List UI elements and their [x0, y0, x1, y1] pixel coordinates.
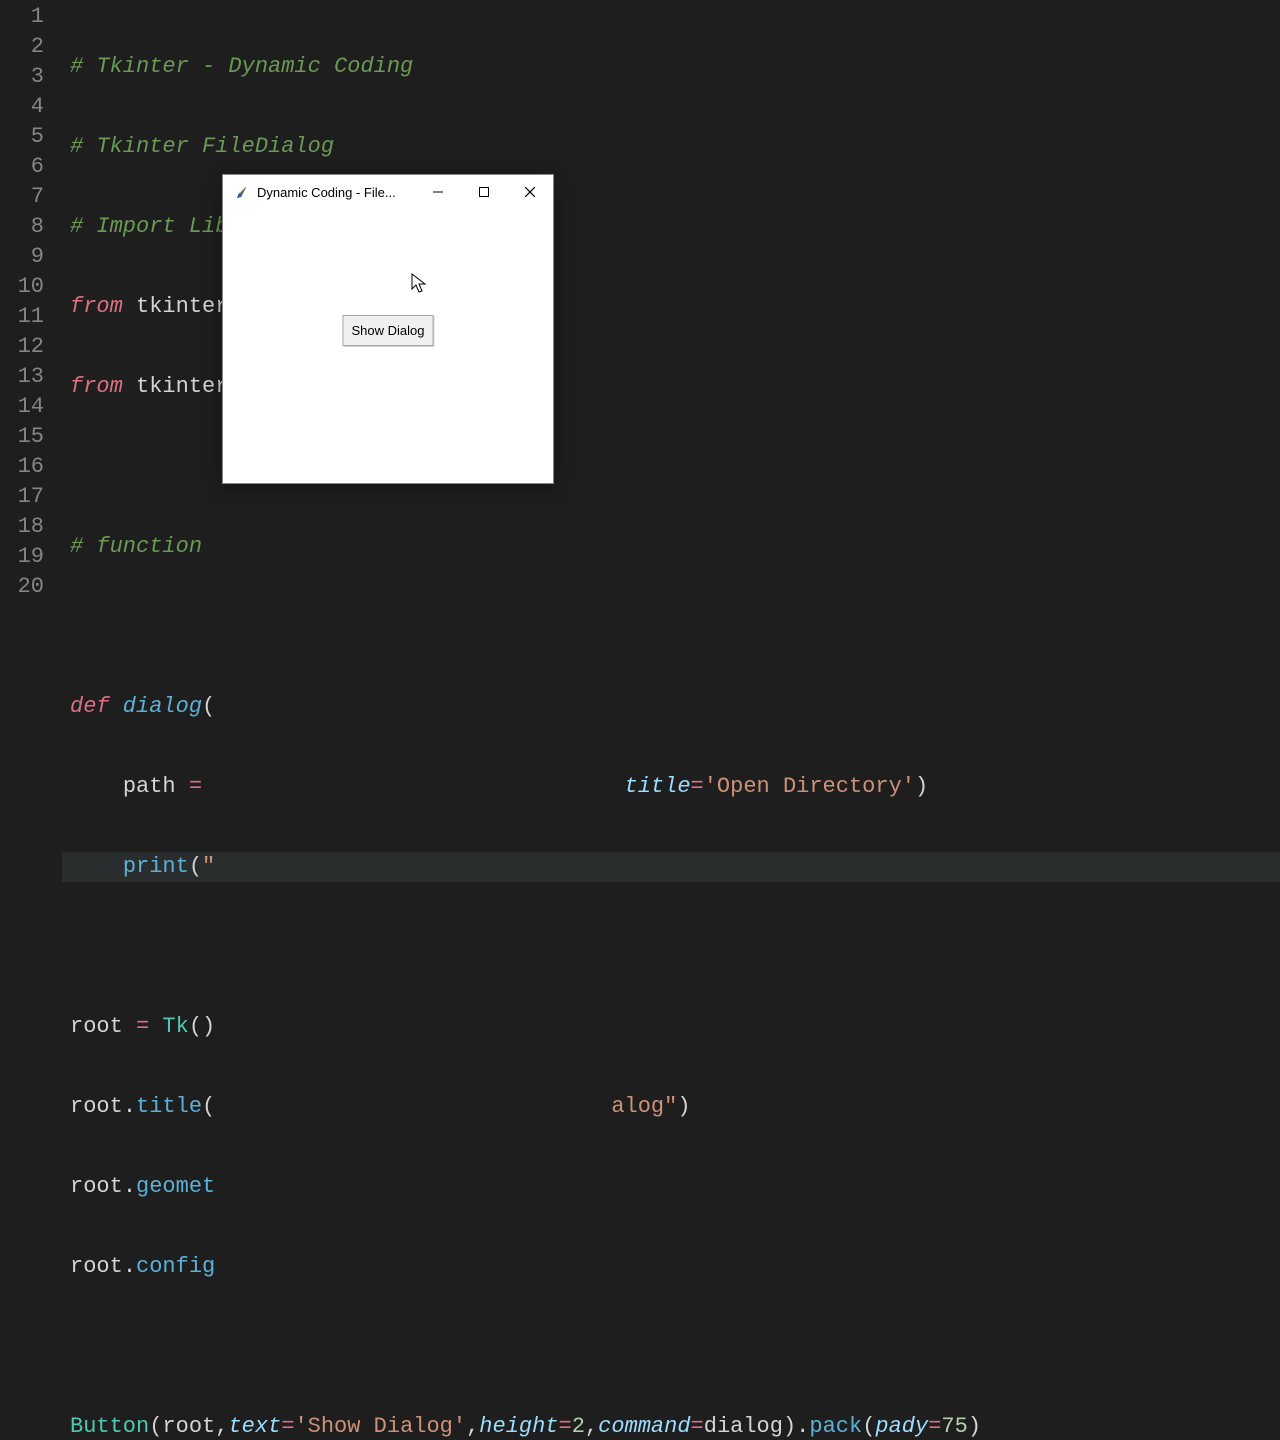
- code-line-active: print(": [62, 852, 1280, 882]
- show-dialog-button[interactable]: Show Dialog: [343, 315, 434, 346]
- line-number: 13: [0, 362, 44, 392]
- window-controls: [415, 175, 553, 209]
- window-body: Show Dialog: [223, 209, 553, 483]
- line-number: 19: [0, 542, 44, 572]
- minimize-button[interactable]: [415, 175, 461, 209]
- window-titlebar[interactable]: Dynamic Coding - File...: [223, 175, 553, 209]
- line-number: 5: [0, 122, 44, 152]
- line-number: 17: [0, 482, 44, 512]
- code-editor: 1 2 3 4 5 6 7 8 9 10 11 12 13 14 15 16 1…: [0, 0, 1280, 720]
- window-title: Dynamic Coding - File...: [257, 185, 415, 200]
- close-button[interactable]: [507, 175, 553, 209]
- line-number: 16: [0, 452, 44, 482]
- code-line: root = Tk(): [62, 1012, 1280, 1042]
- code-line: [62, 1332, 1280, 1362]
- line-number: 3: [0, 62, 44, 92]
- line-number: 8: [0, 212, 44, 242]
- tkinter-window[interactable]: Dynamic Coding - File... Show Dialog: [222, 174, 554, 484]
- line-number: 12: [0, 332, 44, 362]
- line-number: 6: [0, 152, 44, 182]
- line-number: 20: [0, 572, 44, 602]
- code-line: Button(root,text='Show Dialog',height=2,…: [62, 1412, 1280, 1440]
- line-number: 15: [0, 422, 44, 452]
- code-line: # Tkinter FileDialog: [62, 132, 1280, 162]
- line-number: 2: [0, 32, 44, 62]
- code-line: root.geomet: [62, 1172, 1280, 1202]
- code-line: root.title(xxxxxxxxxxxxxxxxxxxxxxxxxxxxx…: [62, 1092, 1280, 1122]
- line-number: 1: [0, 2, 44, 32]
- code-line: path = xxxxxxxxxxxxxxxxxxxxxxxxxxxxxxxti…: [62, 772, 1280, 802]
- line-number: 7: [0, 182, 44, 212]
- tk-feather-icon: [233, 184, 249, 200]
- line-number: 18: [0, 512, 44, 542]
- code-line: [62, 932, 1280, 962]
- close-icon: [525, 187, 535, 197]
- line-number: 14: [0, 392, 44, 422]
- code-line: [62, 612, 1280, 642]
- maximize-button[interactable]: [461, 175, 507, 209]
- code-line: root.config: [62, 1252, 1280, 1282]
- line-number: 11: [0, 302, 44, 332]
- line-number: 10: [0, 272, 44, 302]
- maximize-icon: [479, 187, 489, 197]
- line-number-gutter: 1 2 3 4 5 6 7 8 9 10 11 12 13 14 15 16 1…: [0, 0, 62, 720]
- line-number: 4: [0, 92, 44, 122]
- code-line: # Tkinter - Dynamic Coding: [62, 52, 1280, 82]
- code-line: def dialog(: [62, 692, 1280, 722]
- code-line: # function: [62, 532, 1280, 562]
- line-number: 9: [0, 242, 44, 272]
- minimize-icon: [433, 187, 443, 197]
